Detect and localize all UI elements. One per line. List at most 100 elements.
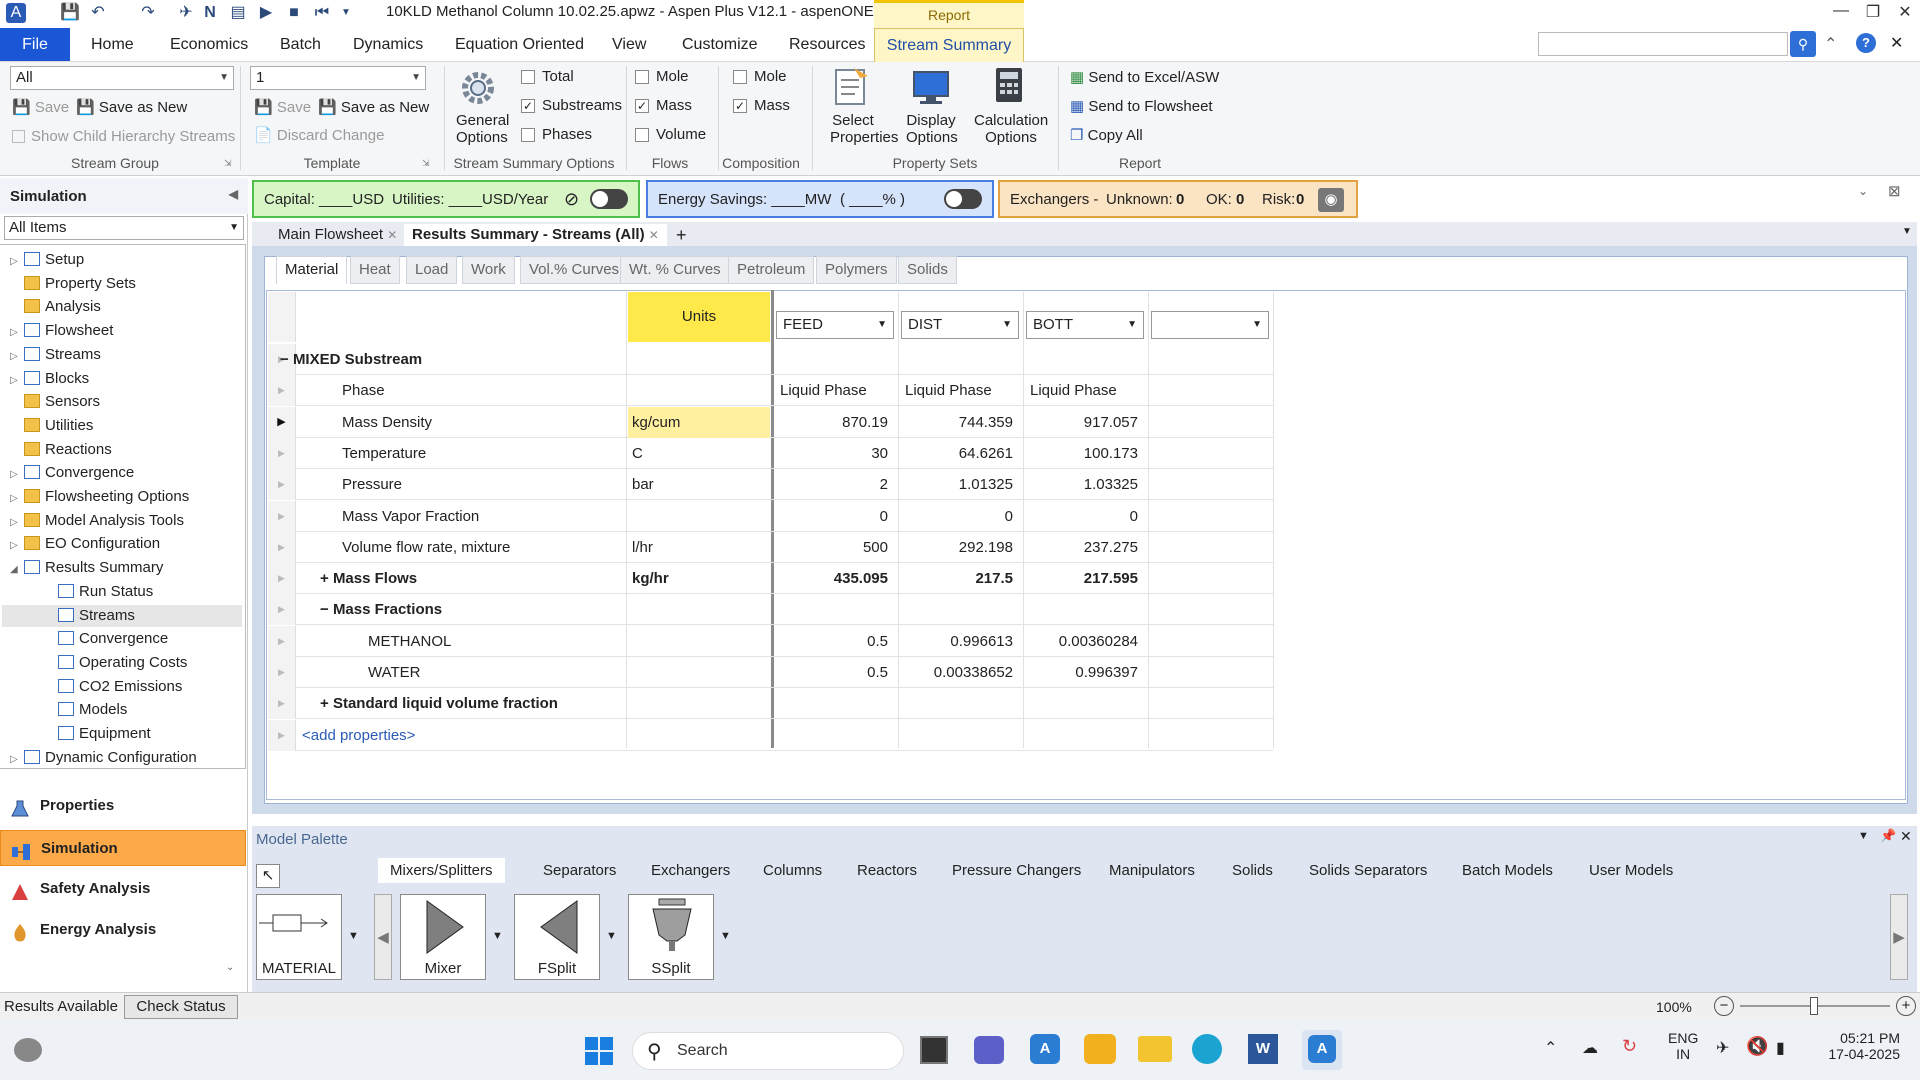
- row-header[interactable]: ▶: [268, 657, 296, 688]
- palette-item-ssplit[interactable]: SSplit: [628, 894, 714, 980]
- dialog-launcher-icon[interactable]: ⇲: [224, 158, 232, 169]
- palette-tab-manipulators[interactable]: Manipulators: [1109, 862, 1195, 879]
- value-cell[interactable]: 292.198: [901, 532, 1025, 563]
- tree-item[interactable]: Run Status: [44, 581, 153, 603]
- dialog-launcher-icon[interactable]: ⇲: [422, 158, 430, 169]
- expand-arrow-icon[interactable]: ▷: [10, 370, 24, 392]
- tab-economics[interactable]: Economics: [170, 36, 248, 54]
- grid-corner[interactable]: [268, 292, 296, 342]
- value-cell[interactable]: 1.03325: [1026, 469, 1150, 500]
- redo-icon[interactable]: ↷: [138, 3, 158, 23]
- row-header[interactable]: ▶: [268, 625, 296, 657]
- value-cell[interactable]: 500: [776, 532, 900, 563]
- reset-icon[interactable]: ⏮: [312, 3, 332, 23]
- template-save-button[interactable]: 💾 Save: [254, 98, 311, 116]
- edge-icon[interactable]: [1192, 1034, 1222, 1064]
- copy-all-button[interactable]: ❐ Copy All: [1070, 126, 1143, 144]
- subtab-material[interactable]: Material: [276, 256, 348, 284]
- tab-dynamics[interactable]: Dynamics: [353, 36, 423, 54]
- table-row[interactable]: ▶ Mass Density kg/cum 870.19 744.359 917.057: [268, 406, 1273, 438]
- tree-item[interactable]: ▷ Flowsheet: [10, 320, 113, 342]
- value-cell[interactable]: 0.5: [776, 657, 900, 688]
- expand-arrow-icon[interactable]: ▷: [10, 512, 24, 534]
- row-header[interactable]: ▶: [268, 500, 296, 532]
- nav-button-safety-analysis[interactable]: Safety Analysis: [0, 871, 246, 907]
- expand-arrow-icon[interactable]: ▷: [10, 535, 24, 557]
- stream-selector[interactable]: FEED ▼: [776, 311, 894, 339]
- tree-item[interactable]: ◢ Results Summary: [10, 557, 163, 579]
- units-cell[interactable]: kg/cum: [628, 406, 770, 438]
- economics-toggle[interactable]: [590, 189, 628, 209]
- control-panel-icon[interactable]: ▤: [228, 3, 248, 23]
- expand-icon[interactable]: +: [320, 570, 333, 587]
- row-header[interactable]: ▶: [268, 719, 296, 751]
- tab-home[interactable]: Home: [91, 36, 134, 54]
- value-cell[interactable]: 0: [1026, 501, 1150, 532]
- zoom-slider-thumb[interactable]: [1810, 997, 1818, 1015]
- units-cell[interactable]: [628, 375, 770, 406]
- row-header[interactable]: ▶: [268, 563, 296, 595]
- show-child-hierarchy-checkbox[interactable]: Show Child Hierarchy Streams: [12, 128, 235, 145]
- airplane-icon[interactable]: ✈: [1716, 1038, 1729, 1058]
- tab-batch[interactable]: Batch: [280, 36, 321, 54]
- word-icon[interactable]: W: [1248, 1034, 1278, 1064]
- row-header[interactable]: ▶: [268, 437, 296, 469]
- value-cell[interactable]: 870.19: [776, 407, 900, 438]
- palette-item-fsplit[interactable]: FSplit: [514, 894, 600, 980]
- subtab-vol-curves[interactable]: Vol.% Curves: [520, 256, 629, 284]
- check-status-button[interactable]: Check Status: [124, 995, 238, 1019]
- subtab-polymers[interactable]: Polymers: [816, 256, 897, 284]
- palette-tab-reactors[interactable]: Reactors: [857, 862, 917, 879]
- value-cell[interactable]: 0: [776, 501, 900, 532]
- tree-item[interactable]: ▷ Convergence: [10, 462, 134, 484]
- value-cell[interactable]: Liquid Phase: [901, 375, 1025, 406]
- taskbar-search[interactable]: ⚲ Search: [632, 1032, 904, 1070]
- table-row[interactable]: ▶ − Mass Fractions: [268, 594, 1273, 626]
- subtab-solids[interactable]: Solids: [898, 256, 957, 284]
- doc-tab-results-summary[interactable]: Results Summary - Streams (All) ✕: [404, 224, 667, 246]
- value-cell[interactable]: 30: [776, 438, 900, 469]
- units-cell[interactable]: l/hr: [628, 532, 770, 563]
- units-cell[interactable]: [628, 626, 770, 657]
- composition-mass-checkbox[interactable]: ✓: [733, 99, 747, 113]
- table-row[interactable]: ▶ Mass Vapor Fraction 0 0 0: [268, 500, 1273, 532]
- value-cell[interactable]: [1026, 688, 1150, 719]
- units-cell[interactable]: [628, 657, 770, 688]
- add-tab-icon[interactable]: +: [668, 224, 695, 246]
- value-cell[interactable]: [901, 594, 1025, 625]
- search-input[interactable]: [1538, 32, 1788, 56]
- collapse-arrow-icon[interactable]: ◢: [10, 559, 24, 581]
- chevron-down-icon[interactable]: ▼: [348, 930, 359, 942]
- value-cell[interactable]: [776, 688, 900, 719]
- tree-item[interactable]: Operating Costs: [44, 652, 187, 674]
- close-palette-icon[interactable]: ✕: [1900, 828, 1912, 845]
- palette-tab-user-models[interactable]: User Models: [1589, 862, 1673, 879]
- tree-item[interactable]: Equipment: [44, 723, 151, 745]
- value-cell[interactable]: [1026, 344, 1150, 375]
- palette-item-mixer[interactable]: Mixer: [400, 894, 486, 980]
- nav-button-energy-analysis[interactable]: Energy Analysis: [0, 912, 246, 948]
- volume-mute-icon[interactable]: 🔇: [1746, 1036, 1768, 1057]
- palette-tab-mixers-splitters[interactable]: Mixers/Splitters: [378, 858, 505, 883]
- nav-button-simulation[interactable]: Simulation: [0, 830, 246, 866]
- value-cell[interactable]: 0.00360284: [1026, 626, 1150, 657]
- nav-button-properties[interactable]: Properties: [0, 788, 246, 824]
- tree-item[interactable]: Convergence: [44, 628, 168, 650]
- expand-arrow-icon[interactable]: ▷: [10, 749, 24, 771]
- stream-selector[interactable]: BOTT ▼: [1026, 311, 1144, 339]
- tree-item[interactable]: Analysis: [10, 296, 101, 318]
- expand-icon[interactable]: +: [320, 695, 333, 712]
- palette-tab-solids-separators[interactable]: Solids Separators: [1309, 862, 1427, 879]
- value-cell[interactable]: 0.996397: [1026, 657, 1150, 688]
- general-options-button[interactable]: General Options: [456, 112, 509, 146]
- expand-arrow-icon[interactable]: ▷: [10, 464, 24, 486]
- substreams-checkbox[interactable]: ✓: [521, 99, 535, 113]
- tree-item[interactable]: Models: [44, 699, 127, 721]
- expand-arrow-icon[interactable]: ▷: [10, 251, 24, 273]
- dropdown-icon[interactable]: ⌄: [1858, 184, 1868, 198]
- zoom-in-icon[interactable]: +: [1896, 996, 1916, 1016]
- select-properties-icon[interactable]: [830, 64, 872, 108]
- units-cell[interactable]: bar: [628, 469, 770, 500]
- value-cell[interactable]: 0.5: [776, 626, 900, 657]
- property-label[interactable]: <add properties>: [302, 720, 415, 751]
